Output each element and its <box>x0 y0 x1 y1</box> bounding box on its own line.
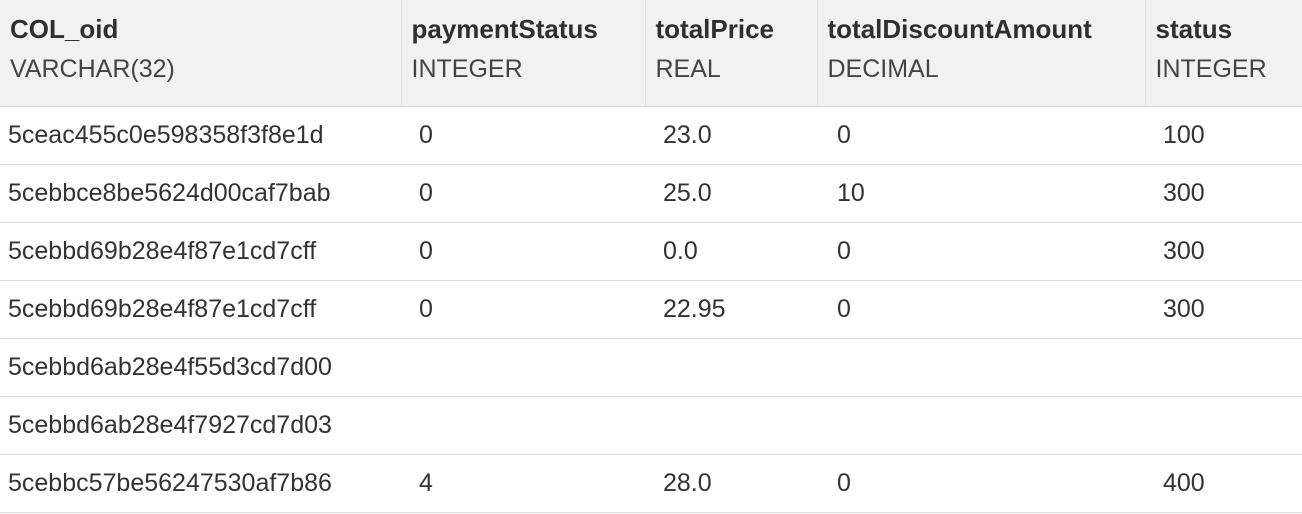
column-header-total-discount-amount[interactable]: totalDiscountAmount DECIMAL <box>816 0 1145 107</box>
column-header-col-oid[interactable]: COL_oid VARCHAR(32) <box>0 0 401 107</box>
column-name: paymentStatus <box>411 14 598 44</box>
cell-total-discount-amount: 0 <box>817 222 1145 281</box>
table-row[interactable]: 5cebbc57be56247530af7b86 4 28.0 0 400 <box>0 454 1302 513</box>
column-name: totalPrice <box>655 14 775 44</box>
column-type: VARCHAR(32) <box>10 55 175 83</box>
column-header-payment-status[interactable]: paymentStatus INTEGER <box>400 0 645 107</box>
table-row[interactable]: 5cebbd6ab28e4f55d3cd7d00 <box>0 338 1302 397</box>
cell-col-oid: 5cebbc57be56247530af7b86 <box>0 454 401 513</box>
cell-total-price: 28.0 <box>645 454 817 513</box>
table-header: COL_oid VARCHAR(32) paymentStatus INTEGE… <box>0 0 1302 107</box>
cell-payment-status <box>401 396 645 455</box>
column-type: REAL <box>655 55 721 83</box>
cell-col-oid: 5ceac455c0e598358f3f8e1d <box>0 106 401 165</box>
results-table: COL_oid VARCHAR(32) paymentStatus INTEGE… <box>0 0 1302 513</box>
cell-status: 300 <box>1145 280 1302 339</box>
cell-col-oid: 5cebbce8be5624d00caf7bab <box>0 164 401 223</box>
cell-col-oid: 5cebbd6ab28e4f55d3cd7d00 <box>0 338 401 397</box>
cell-payment-status: 4 <box>401 454 645 513</box>
cell-total-discount-amount: 0 <box>817 106 1145 165</box>
table-row[interactable]: 5ceac455c0e598358f3f8e1d 0 23.0 0 100 <box>0 106 1302 165</box>
cell-col-oid: 5cebbd6ab28e4f7927cd7d03 <box>0 396 401 455</box>
column-type: INTEGER <box>1155 55 1267 83</box>
column-type: INTEGER <box>411 55 523 83</box>
cell-total-price: 0.0 <box>645 222 817 281</box>
column-header-total-price[interactable]: totalPrice REAL <box>644 0 817 107</box>
cell-total-price <box>645 338 817 397</box>
table-row[interactable]: 5cebbd6ab28e4f7927cd7d03 <box>0 396 1302 455</box>
cell-total-price: 22.95 <box>645 280 817 339</box>
cell-status: 300 <box>1145 164 1302 223</box>
cell-status <box>1145 338 1302 397</box>
cell-col-oid: 5cebbd69b28e4f87e1cd7cff <box>0 280 401 339</box>
cell-total-discount-amount <box>817 396 1145 455</box>
cell-payment-status <box>401 338 645 397</box>
header-row: COL_oid VARCHAR(32) paymentStatus INTEGE… <box>0 0 1302 107</box>
cell-total-discount-amount: 0 <box>817 280 1145 339</box>
cell-col-oid: 5cebbd69b28e4f87e1cd7cff <box>0 222 401 281</box>
cell-payment-status: 0 <box>401 222 645 281</box>
column-header-status[interactable]: status INTEGER <box>1144 0 1302 107</box>
cell-payment-status: 0 <box>401 164 645 223</box>
cell-total-price: 25.0 <box>645 164 817 223</box>
cell-status: 300 <box>1145 222 1302 281</box>
table-row[interactable]: 5cebbd69b28e4f87e1cd7cff 0 0.0 0 300 <box>0 222 1302 281</box>
cell-status <box>1145 396 1302 455</box>
column-name: status <box>1155 14 1233 44</box>
cell-status: 400 <box>1145 454 1302 513</box>
cell-total-discount-amount: 10 <box>817 164 1145 223</box>
table-row[interactable]: 5cebbd69b28e4f87e1cd7cff 0 22.95 0 300 <box>0 280 1302 339</box>
table-row[interactable]: 5cebbce8be5624d00caf7bab 0 25.0 10 300 <box>0 164 1302 223</box>
cell-payment-status: 0 <box>401 106 645 165</box>
cell-payment-status: 0 <box>401 280 645 339</box>
cell-total-price <box>645 396 817 455</box>
column-type: DECIMAL <box>827 55 939 83</box>
cell-total-discount-amount <box>817 338 1145 397</box>
column-name: COL_oid <box>10 14 119 44</box>
column-name: totalDiscountAmount <box>827 14 1092 44</box>
table-body: 5ceac455c0e598358f3f8e1d 0 23.0 0 100 5c… <box>0 106 1302 513</box>
cell-total-discount-amount: 0 <box>817 454 1145 513</box>
cell-total-price: 23.0 <box>645 106 817 165</box>
cell-status: 100 <box>1145 106 1302 165</box>
